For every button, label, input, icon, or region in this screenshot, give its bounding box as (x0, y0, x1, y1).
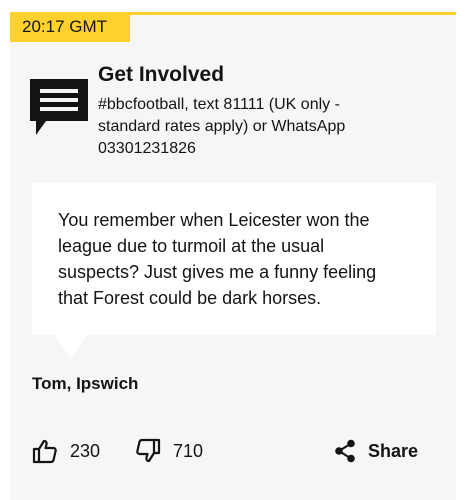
share-icon (335, 439, 355, 463)
get-involved-description: #bbcfootball, text 81111 (UK only - stan… (98, 96, 346, 157)
post-timestamp: 20:17 GMT (10, 12, 130, 42)
speech-bubble-icon (30, 79, 88, 135)
thumbs-down-icon (136, 438, 161, 463)
like-button[interactable]: 230 (32, 437, 100, 465)
comment-author: Tom, Ipswich (32, 374, 139, 393)
comment-bubble-tail (55, 335, 87, 359)
comment-quote: You remember when Leicester won the leag… (58, 210, 377, 308)
dislike-button[interactable]: 710 (135, 437, 203, 465)
share-button[interactable]: Share (334, 437, 418, 465)
share-label: Share (368, 441, 419, 461)
thumbs-up-icon (32, 439, 57, 464)
like-count: 230 (70, 441, 101, 461)
dislike-count: 710 (173, 441, 204, 461)
get-involved-title: Get Involved (98, 63, 225, 86)
